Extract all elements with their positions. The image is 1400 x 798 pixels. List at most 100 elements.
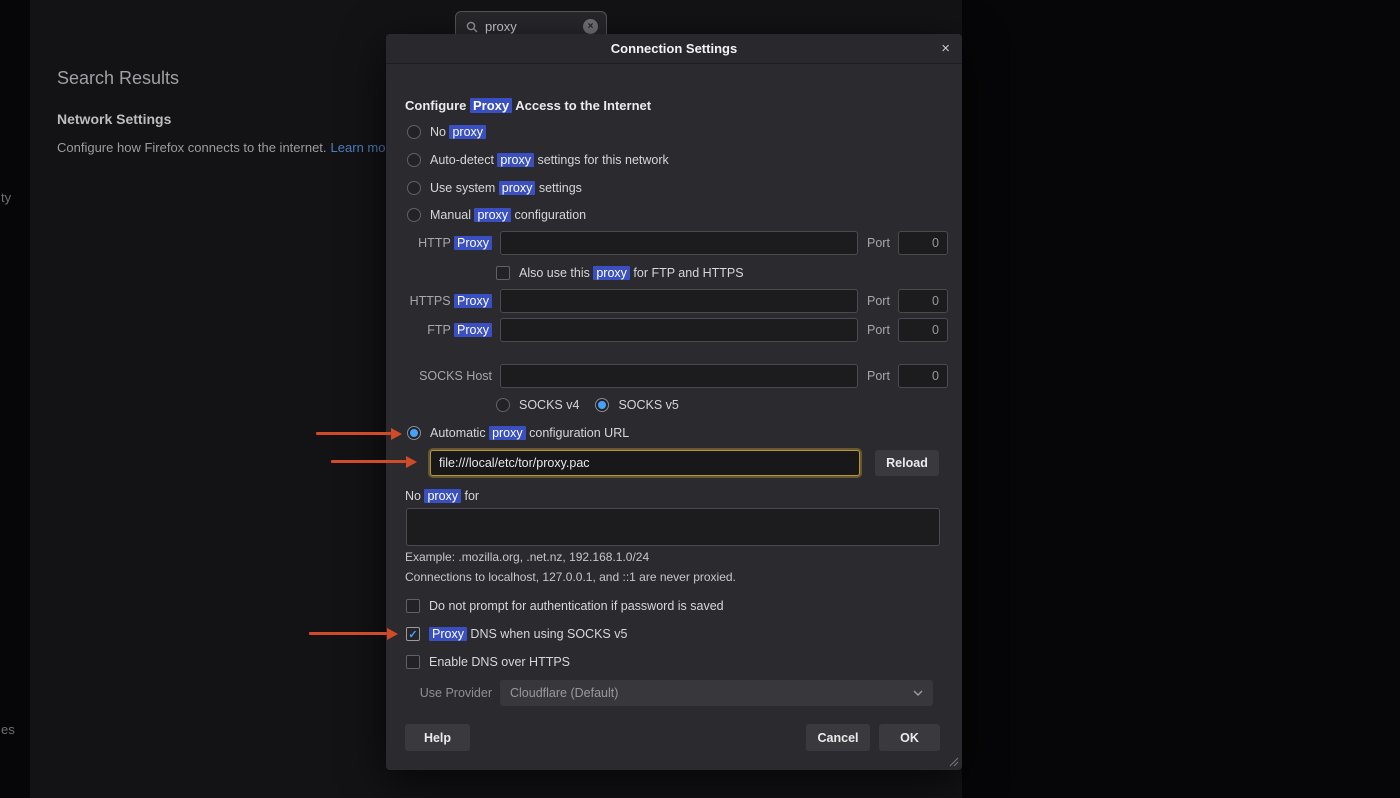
highlighted-term: Proxy: [454, 294, 492, 308]
checkbox-row-proxy-dns[interactable]: ✓ Proxy DNS when using SOCKS v5: [406, 626, 627, 642]
ftp-proxy-label: FTP Proxy: [405, 323, 492, 337]
label-pre: No: [430, 125, 449, 139]
resize-grip[interactable]: [946, 754, 959, 767]
http-port-input[interactable]: [898, 231, 948, 255]
http-proxy-label: HTTP Proxy: [405, 236, 492, 250]
radio-label[interactable]: Use system proxy settings: [430, 181, 582, 195]
radio-auto-detect[interactable]: [407, 153, 421, 167]
close-icon[interactable]: ×: [941, 34, 950, 64]
checkbox-row-dns-https[interactable]: Enable DNS over HTTPS: [406, 654, 570, 670]
radio-auto-url[interactable]: [407, 426, 421, 440]
search-results-heading: Search Results: [57, 68, 179, 89]
radio-row-manual[interactable]: Manual proxy configuration: [407, 207, 586, 223]
connection-settings-dialog: Connection Settings × Configure Proxy Ac…: [386, 34, 962, 770]
label-pre: Enable DNS over HTTPS: [429, 655, 570, 669]
highlighted-term: proxy: [497, 153, 534, 167]
socks-version-row: SOCKS v4 SOCKS v5: [496, 397, 679, 413]
socks-v5-label[interactable]: SOCKS v5: [618, 398, 678, 412]
radio-row-auto-detect[interactable]: Auto-detect proxy settings for this netw…: [407, 152, 669, 168]
label-pre: No: [405, 489, 424, 503]
heading-pre: Configure: [405, 98, 470, 113]
provider-dropdown[interactable]: Cloudflare (Default): [500, 680, 933, 706]
checkbox-no-prompt-auth[interactable]: [406, 599, 420, 613]
never-proxied-hint: Connections to localhost, 127.0.0.1, and…: [405, 570, 736, 584]
label-pre: Manual: [430, 208, 474, 222]
http-proxy-input[interactable]: [500, 231, 858, 255]
socks-v4-label[interactable]: SOCKS v4: [519, 398, 579, 412]
network-settings-title: Network Settings: [57, 111, 171, 127]
annotation-arrow-proxy-dns: [309, 632, 387, 635]
socks-port-label: Port: [867, 369, 890, 383]
checkbox-label[interactable]: Proxy DNS when using SOCKS v5: [429, 627, 627, 641]
chevron-down-icon: [913, 690, 923, 696]
checkbox-dns-over-https[interactable]: [406, 655, 420, 669]
checkmark-icon: ✓: [408, 628, 417, 641]
https-port-input[interactable]: [898, 289, 948, 313]
highlighted-term: Proxy: [470, 98, 512, 113]
use-provider-label: Use Provider: [405, 686, 492, 700]
https-port-label: Port: [867, 294, 890, 308]
screen: ty es Search Results Network Settings Co…: [0, 0, 1400, 798]
radio-label[interactable]: Manual proxy configuration: [430, 208, 586, 222]
radio-label[interactable]: No proxy: [430, 125, 486, 139]
label-post: for: [461, 489, 479, 503]
ftp-proxy-input[interactable]: [500, 318, 858, 342]
label-post: configuration: [511, 208, 586, 222]
radio-socks-v5[interactable]: [595, 398, 609, 412]
checkbox-also-use-proxy[interactable]: [496, 266, 510, 280]
highlighted-term: proxy: [424, 489, 461, 503]
help-button[interactable]: Help: [405, 724, 470, 751]
highlighted-term: proxy: [489, 426, 526, 440]
highlighted-term: proxy: [593, 266, 630, 280]
ftp-port-input[interactable]: [898, 318, 948, 342]
ok-button[interactable]: OK: [879, 724, 940, 751]
sidebar-fragment-bottom: es: [1, 722, 15, 737]
annotation-arrow-url-input: [331, 460, 406, 463]
radio-row-auto-url[interactable]: Automatic proxy configuration URL: [407, 425, 629, 441]
search-input[interactable]: proxy: [485, 19, 583, 34]
description-text: Configure how Firefox connects to the in…: [57, 140, 327, 155]
annotation-arrow-auto-url: [316, 432, 391, 435]
https-proxy-input[interactable]: [500, 289, 858, 313]
proxy-url-input[interactable]: [430, 450, 860, 476]
reload-button[interactable]: Reload: [875, 450, 939, 476]
cancel-button[interactable]: Cancel: [806, 724, 870, 751]
radio-label[interactable]: Automatic proxy configuration URL: [430, 426, 629, 440]
checkbox-row-no-prompt[interactable]: Do not prompt for authentication if pass…: [406, 598, 724, 614]
checkbox-label[interactable]: Enable DNS over HTTPS: [429, 655, 570, 669]
checkbox-label[interactable]: Also use this proxy for FTP and HTTPS: [519, 266, 744, 280]
label-pre: FTP: [427, 323, 454, 337]
radio-row-use-system[interactable]: Use system proxy settings: [407, 180, 582, 196]
label-pre: Also use this: [519, 266, 593, 280]
https-proxy-row: HTTPS Proxy Port: [405, 289, 948, 313]
radio-no-proxy[interactable]: [407, 125, 421, 139]
socks-host-input[interactable]: [500, 364, 858, 388]
label-post: settings for this network: [534, 153, 669, 167]
radio-row-no-proxy[interactable]: No proxy: [407, 124, 486, 140]
also-use-proxy-row[interactable]: Also use this proxy for FTP and HTTPS: [496, 265, 744, 281]
checkbox-proxy-dns[interactable]: ✓: [406, 627, 420, 641]
label-post: settings: [535, 181, 582, 195]
dialog-header: Connection Settings ×: [386, 34, 962, 64]
clear-search-icon[interactable]: ×: [583, 19, 598, 34]
label-post: DNS when using SOCKS v5: [467, 627, 628, 641]
socks-port-input[interactable]: [898, 364, 948, 388]
sidebar-fragment-top: ty: [1, 190, 11, 205]
label-pre: Do not prompt for authentication if pass…: [429, 599, 724, 613]
radio-socks-v4[interactable]: [496, 398, 510, 412]
radio-manual[interactable]: [407, 208, 421, 222]
highlighted-term: Proxy: [429, 627, 467, 641]
no-proxy-for-textarea[interactable]: [406, 508, 940, 546]
dialog-title: Connection Settings: [611, 41, 737, 56]
network-settings-description: Configure how Firefox connects to the in…: [57, 140, 397, 155]
radio-label[interactable]: Auto-detect proxy settings for this netw…: [430, 153, 669, 167]
label-pre: HTTPS: [410, 294, 454, 308]
checkbox-label[interactable]: Do not prompt for authentication if pass…: [429, 599, 724, 613]
highlighted-term: proxy: [499, 181, 536, 195]
label-post: for FTP and HTTPS: [630, 266, 744, 280]
ftp-port-label: Port: [867, 323, 890, 337]
ftp-proxy-row: FTP Proxy Port: [405, 318, 948, 342]
http-port-label: Port: [867, 236, 890, 250]
radio-use-system[interactable]: [407, 181, 421, 195]
https-proxy-label: HTTPS Proxy: [405, 294, 492, 308]
